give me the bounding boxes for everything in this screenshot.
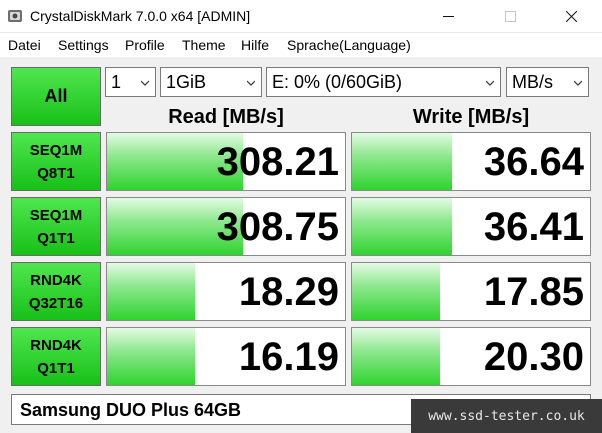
- watermark: www.ssd-tester.co.uk: [411, 399, 602, 433]
- unit-value: MB/s: [512, 72, 554, 92]
- run-all-button[interactable]: All: [11, 67, 101, 126]
- write-header: Write [MB/s]: [412, 106, 530, 128]
- test-button-line1: RND4K: [30, 336, 82, 354]
- menu-sprache[interactable]: Sprache(Language): [287, 37, 411, 53]
- menu-settings[interactable]: Settings: [58, 37, 109, 53]
- menu-datei[interactable]: Datei: [8, 37, 41, 53]
- chevron-down-icon: [486, 80, 494, 86]
- test-size-select[interactable]: 1GiB: [160, 67, 262, 97]
- test-button-rnd4k-q32t16[interactable]: RND4K Q32T16: [11, 262, 101, 321]
- menu-hilfe[interactable]: Hilfe: [241, 37, 269, 53]
- write-result-rnd4k-q1t1: 20.30: [351, 327, 591, 386]
- comment-text: Samsung DUO Plus 64GB: [20, 400, 242, 420]
- drive-select[interactable]: E: 0% (0/60GiB): [266, 67, 501, 97]
- test-size-value: 1GiB: [166, 72, 207, 92]
- chevron-down-icon: [247, 80, 255, 86]
- write-progress-bar: [352, 263, 441, 320]
- test-count-value: 1: [111, 72, 122, 92]
- window-title: CrystalDiskMark 7.0.0 x64 [ADMIN]: [30, 8, 251, 24]
- write-progress-bar: [352, 198, 452, 255]
- read-header: Read [MB/s]: [168, 106, 284, 128]
- write-value: 17.85: [483, 270, 584, 314]
- read-result-seq1m-q1t1: 308.75: [106, 197, 346, 256]
- chevron-down-icon: [141, 80, 149, 86]
- write-value: 36.64: [483, 140, 584, 184]
- title-bar: CrystalDiskMark 7.0.0 x64 [ADMIN]: [0, 0, 602, 33]
- menu-bar: Datei Settings Profile Theme Hilfe Sprac…: [0, 33, 602, 57]
- test-button-line1: SEQ1M: [29, 141, 83, 159]
- test-button-line1: RND4K: [30, 271, 82, 289]
- write-progress-bar: [352, 328, 441, 385]
- maximize-button[interactable]: [487, 0, 533, 32]
- read-value: 16.19: [238, 335, 339, 379]
- test-button-line2: Q1T1: [37, 229, 75, 247]
- read-result-rnd4k-q1t1: 16.19: [106, 327, 346, 386]
- unit-select[interactable]: MB/s: [506, 67, 589, 97]
- menu-theme[interactable]: Theme: [182, 37, 226, 53]
- close-button[interactable]: [548, 0, 594, 32]
- write-result-seq1m-q1t1: 36.41: [351, 197, 591, 256]
- test-button-seq1m-q8t1[interactable]: SEQ1M Q8T1: [11, 132, 101, 191]
- minimize-button[interactable]: [425, 0, 471, 32]
- chevron-down-icon: [574, 80, 582, 86]
- read-result-rnd4k-q32t16: 18.29: [106, 262, 346, 321]
- close-icon: [565, 10, 577, 22]
- write-progress-bar: [352, 133, 452, 190]
- crystaldiskmark-icon: [8, 10, 22, 22]
- write-value: 36.41: [483, 205, 584, 249]
- read-value: 308.21: [216, 140, 339, 184]
- test-button-line2: Q8T1: [37, 164, 75, 182]
- read-result-seq1m-q8t1: 308.21: [106, 132, 346, 191]
- test-button-seq1m-q1t1[interactable]: SEQ1M Q1T1: [11, 197, 101, 256]
- write-result-seq1m-q8t1: 36.64: [351, 132, 591, 191]
- test-button-rnd4k-q1t1[interactable]: RND4K Q1T1: [11, 327, 101, 386]
- minimize-icon: [442, 15, 454, 17]
- menu-profile[interactable]: Profile: [125, 37, 165, 53]
- read-value: 18.29: [238, 270, 339, 314]
- maximize-icon: [504, 10, 516, 22]
- read-progress-bar: [107, 328, 196, 385]
- test-button-line1: SEQ1M: [29, 206, 83, 224]
- test-button-line2: Q1T1: [37, 359, 75, 377]
- write-value: 20.30: [483, 335, 584, 379]
- test-count-select[interactable]: 1: [105, 67, 156, 97]
- read-progress-bar: [107, 263, 196, 320]
- test-button-line2: Q32T16: [28, 294, 84, 312]
- read-value: 308.75: [216, 205, 339, 249]
- write-result-rnd4k-q32t16: 17.85: [351, 262, 591, 321]
- drive-value: E: 0% (0/60GiB): [272, 72, 403, 92]
